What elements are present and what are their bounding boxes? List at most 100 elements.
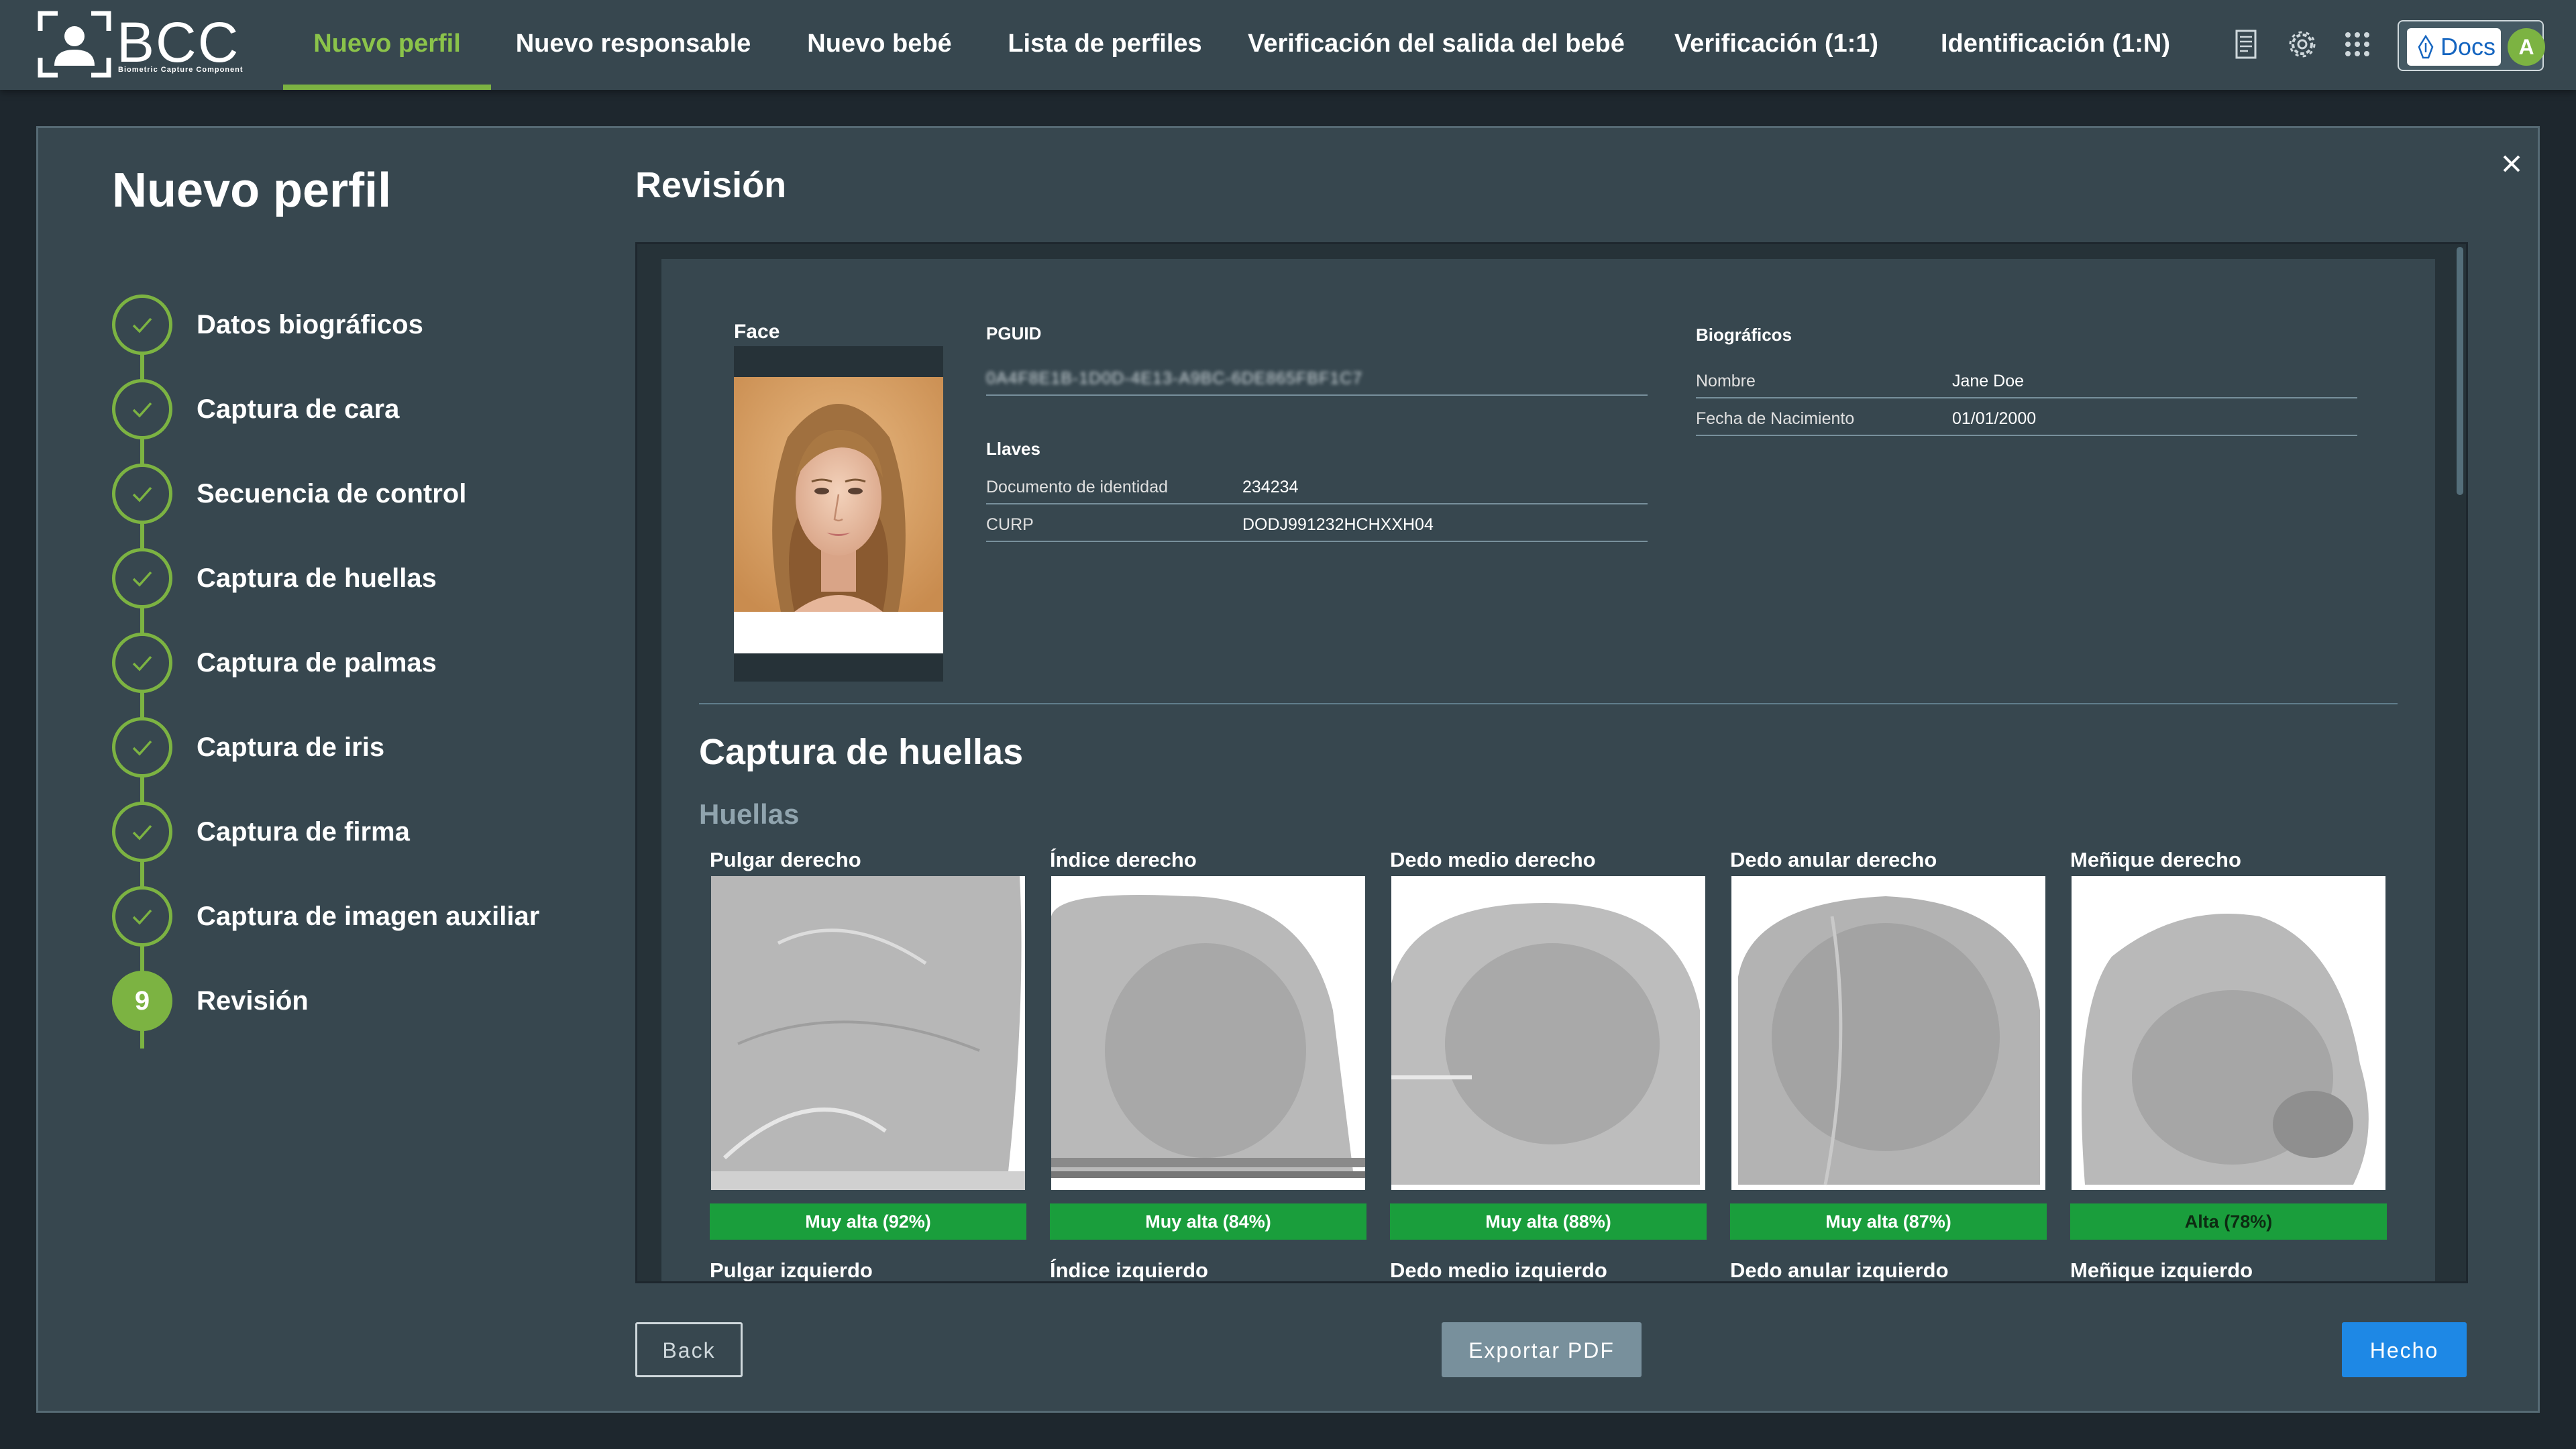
- step-check-circle: [112, 294, 172, 355]
- scrollbar-thumb[interactable]: [2457, 247, 2463, 495]
- modal-title: Nuevo perfil: [112, 164, 392, 217]
- docs-and-user-area: Docs A: [2398, 20, 2545, 71]
- step-secuencia-de-control[interactable]: Secuencia de control: [112, 464, 716, 524]
- avatar[interactable]: A: [2508, 28, 2545, 66]
- key-row: CURP DODJ991232HCHXXH04: [986, 504, 1648, 542]
- step-label: Captura de imagen auxiliar: [197, 902, 540, 931]
- fingerprint-index-right-image: [1051, 876, 1365, 1190]
- section-divider: [699, 703, 2398, 704]
- step-captura-de-huellas[interactable]: Captura de huellas: [112, 548, 716, 608]
- step-label: Secuencia de control: [197, 479, 467, 508]
- nav-nuevo-perfil[interactable]: Nuevo perfil: [283, 0, 491, 90]
- finger-label: Meñique derecho: [2070, 848, 2241, 871]
- fingerprints-section-title: Captura de huellas: [699, 732, 1024, 772]
- logo-text: BCC: [117, 11, 240, 74]
- key-value: DODJ991232HCHXXH04: [1242, 515, 1434, 534]
- gear-icon[interactable]: [2284, 25, 2321, 63]
- bcc-logo[interactable]: BCC Biometric Capture Component: [38, 11, 246, 78]
- check-icon: [132, 655, 152, 672]
- fingerprint-image: [2072, 876, 2385, 1190]
- face-label: Face: [734, 321, 780, 343]
- step-captura-de-palmas[interactable]: Captura de palmas: [112, 633, 716, 693]
- step-datos-biograficos[interactable]: Datos biográficos: [112, 294, 716, 355]
- nav-active-underline: [283, 85, 491, 90]
- biograficos-label: Biográficos: [1696, 325, 1792, 345]
- face-photo: [734, 377, 943, 653]
- step-revision[interactable]: 9 Revisión: [112, 971, 716, 1031]
- step-captura-de-cara[interactable]: Captura de cara: [112, 379, 716, 439]
- bio-value: 01/01/2000: [1952, 409, 2037, 428]
- top-navigation-bar: BCC Biometric Capture Component Nuevo pe…: [0, 0, 2576, 90]
- step-check-circle: [112, 379, 172, 439]
- finger-label: Índice derecho: [1050, 848, 1197, 871]
- step-check-circle: [112, 633, 172, 693]
- review-content: Face PGUID 0A4F8E1B-1D0D-4E13-A9BC-6DE86…: [661, 259, 2435, 1282]
- bio-key: Fecha de Nacimiento: [1696, 409, 1855, 428]
- fingerprint-middle-right-image: [1391, 876, 1705, 1190]
- quality-badge: Muy alta (87%): [1730, 1203, 2047, 1240]
- bio-key: Nombre: [1696, 372, 1756, 390]
- fingerprint-ring-right-image: [1731, 876, 2045, 1190]
- check-icon: [132, 740, 152, 756]
- nav-nuevo-responsable[interactable]: Nuevo responsable: [510, 0, 757, 90]
- step-captura-de-iris[interactable]: Captura de iris: [112, 717, 716, 777]
- docs-label: Docs: [2440, 33, 2496, 60]
- quality-badge: Muy alta (88%): [1390, 1203, 1707, 1240]
- logo-subtitle: Biometric Capture Component: [118, 66, 244, 74]
- nav-identificacion-1-n[interactable]: Identificación (1:N): [1925, 0, 2186, 90]
- check-icon: [132, 909, 152, 925]
- step-captura-de-firma[interactable]: Captura de firma: [112, 802, 716, 862]
- finger-label-left: Índice izquierdo: [1050, 1258, 1208, 1282]
- face-portrait-image: [734, 377, 943, 612]
- back-button[interactable]: Back: [635, 1322, 743, 1377]
- step-label: Captura de cara: [197, 394, 400, 424]
- step-check-circle: [112, 717, 172, 777]
- key-name: CURP: [986, 515, 1034, 534]
- face-frame: [734, 346, 943, 682]
- step-label: Captura de firma: [197, 817, 410, 847]
- step-check-circle: [112, 548, 172, 608]
- fingerprint-image: [1051, 876, 1365, 1190]
- review-title: Revisión: [635, 165, 787, 205]
- step-check-circle: [112, 464, 172, 524]
- export-pdf-button[interactable]: Exportar PDF: [1442, 1322, 1642, 1377]
- finger-label-left: Dedo anular izquierdo: [1730, 1258, 1949, 1282]
- docs-button[interactable]: Docs: [2407, 28, 2501, 66]
- fingerprint-image: [1731, 876, 2045, 1190]
- nav-lista-de-perfiles[interactable]: Lista de perfiles: [1002, 0, 1208, 90]
- step-label: Revisión: [197, 986, 309, 1016]
- close-icon[interactable]: [2493, 146, 2530, 182]
- bio-value: Jane Doe: [1952, 372, 2025, 390]
- bio-row: Fecha de Nacimiento 01/01/2000: [1696, 398, 2357, 436]
- document-icon[interactable]: [2227, 25, 2265, 63]
- check-icon: [132, 402, 152, 418]
- review-scroll-panel[interactable]: Face PGUID 0A4F8E1B-1D0D-4E13-A9BC-6DE86…: [635, 242, 2468, 1283]
- bio-row: Nombre Jane Doe: [1696, 361, 2357, 398]
- finger-label-left: Dedo medio izquierdo: [1390, 1258, 1607, 1282]
- check-icon: [132, 824, 152, 841]
- step-label: Captura de huellas: [197, 564, 437, 593]
- pguid-row: 0A4F8E1B-1D0D-4E13-A9BC-6DE865FBF1C7: [986, 358, 1648, 396]
- step-captura-imagen-auxiliar[interactable]: Captura de imagen auxiliar: [112, 886, 716, 947]
- pen-nib-icon: [2418, 34, 2434, 59]
- check-icon: [132, 571, 152, 587]
- step-label: Datos biográficos: [197, 310, 423, 339]
- key-name: Documento de identidad: [986, 478, 1169, 496]
- nav-verificacion-1-1[interactable]: Verificación (1:1): [1664, 0, 1889, 90]
- step-label: Captura de palmas: [197, 648, 437, 678]
- keys-label: Llaves: [986, 439, 1040, 459]
- fingerprints-subtitle: Huellas: [699, 798, 800, 830]
- nav-nuevo-bebe[interactable]: Nuevo bebé: [792, 0, 967, 90]
- check-icon: [132, 317, 152, 333]
- apps-grid-icon[interactable]: [2339, 25, 2376, 63]
- step-current-circle: 9: [112, 971, 172, 1031]
- finger-label: Dedo medio derecho: [1390, 848, 1596, 871]
- step-number: 9: [134, 986, 150, 1016]
- finger-label-left: Meñique izquierdo: [2070, 1258, 2253, 1282]
- scrollbar-track[interactable]: [2454, 244, 2466, 1281]
- pguid-value: 0A4F8E1B-1D0D-4E13-A9BC-6DE865FBF1C7: [986, 369, 1363, 388]
- done-button[interactable]: Hecho: [2342, 1322, 2467, 1377]
- quality-badge: Muy alta (92%): [710, 1203, 1026, 1240]
- nav-verificacion-salida-bebe[interactable]: Verificación del salida del bebé: [1244, 0, 1629, 90]
- fingerprint-thumb-right-image: [711, 876, 1025, 1190]
